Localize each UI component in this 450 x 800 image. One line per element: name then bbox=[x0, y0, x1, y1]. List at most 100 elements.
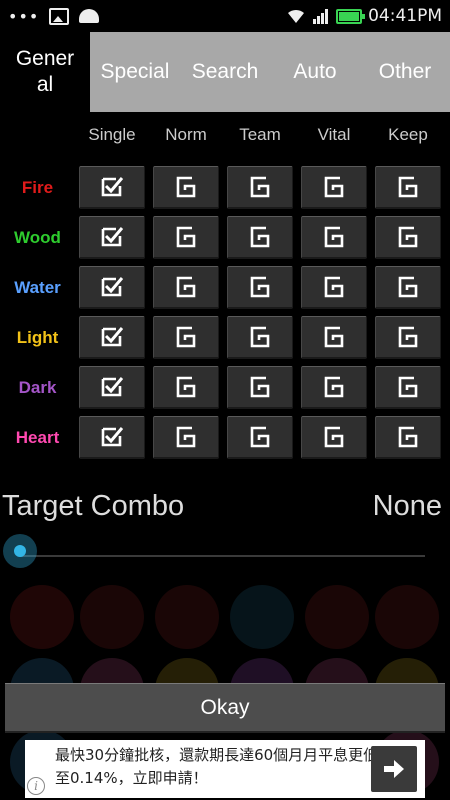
unchecked-box-icon bbox=[250, 326, 270, 348]
unchecked-box-icon bbox=[324, 326, 344, 348]
checkbox-heart-single[interactable] bbox=[79, 416, 145, 459]
checkbox-fire-keep[interactable] bbox=[375, 166, 441, 209]
unchecked-box-icon bbox=[398, 176, 418, 198]
signal-icon bbox=[313, 9, 329, 24]
checked-box-icon bbox=[101, 427, 124, 447]
checkbox-fire-vital[interactable] bbox=[301, 166, 367, 209]
checked-box-icon bbox=[101, 327, 124, 347]
grid-row-light: Light bbox=[0, 316, 450, 360]
checkbox-heart-norm[interactable] bbox=[153, 416, 219, 459]
row-label-dark: Dark bbox=[18, 378, 57, 397]
checkbox-wood-keep[interactable] bbox=[375, 216, 441, 259]
column-header-keep: Keep bbox=[388, 125, 428, 144]
target-combo-label: Target Combo bbox=[2, 490, 185, 522]
checkbox-heart-vital[interactable] bbox=[301, 416, 367, 459]
unchecked-box-icon bbox=[250, 376, 270, 398]
info-icon[interactable]: i bbox=[27, 777, 45, 795]
target-combo-value: None bbox=[372, 490, 442, 522]
checkbox-wood-vital[interactable] bbox=[301, 216, 367, 259]
column-header-team: Team bbox=[239, 125, 281, 144]
unchecked-box-icon bbox=[398, 426, 418, 448]
checkbox-water-keep[interactable] bbox=[375, 266, 441, 309]
wifi-icon bbox=[288, 9, 305, 23]
checkbox-water-vital[interactable] bbox=[301, 266, 367, 309]
unchecked-box-icon bbox=[250, 426, 270, 448]
unchecked-box-icon bbox=[250, 176, 270, 198]
unchecked-box-icon bbox=[324, 426, 344, 448]
checkbox-dark-single[interactable] bbox=[79, 366, 145, 409]
target-combo-slider-track[interactable] bbox=[20, 555, 425, 557]
battery-icon bbox=[336, 8, 366, 24]
tab-bar: General Special Search Auto Other bbox=[0, 32, 450, 112]
grid-row-wood: Wood bbox=[0, 216, 450, 260]
checked-box-icon bbox=[101, 177, 124, 197]
unchecked-box-icon bbox=[176, 326, 196, 348]
checkbox-wood-norm[interactable] bbox=[153, 216, 219, 259]
checkbox-heart-keep[interactable] bbox=[375, 416, 441, 459]
tab-other[interactable]: Other bbox=[360, 32, 450, 112]
status-bar: ••• 04:41PM bbox=[0, 0, 450, 32]
checkbox-light-norm[interactable] bbox=[153, 316, 219, 359]
tab-auto[interactable]: Auto bbox=[270, 32, 360, 112]
checked-box-icon bbox=[101, 227, 124, 247]
column-header-single: Single bbox=[88, 125, 136, 144]
row-label-heart: Heart bbox=[15, 428, 60, 447]
row-label-fire: Fire bbox=[21, 178, 54, 197]
unchecked-box-icon bbox=[324, 226, 344, 248]
android-icon bbox=[79, 9, 100, 23]
unchecked-box-icon bbox=[398, 326, 418, 348]
ad-text: 最快30分鐘批核，還款期長達60個月月平息更低至0.14%，立即申請！ bbox=[55, 746, 379, 787]
grid-row-dark: Dark bbox=[0, 366, 450, 410]
unchecked-box-icon bbox=[176, 376, 196, 398]
grid-row-heart: Heart bbox=[0, 416, 450, 460]
status-time: 04:41PM bbox=[368, 6, 442, 26]
unchecked-box-icon bbox=[250, 226, 270, 248]
checked-box-icon bbox=[101, 377, 124, 397]
checkbox-fire-single[interactable] bbox=[79, 166, 145, 209]
column-headers: Single Norm Team Vital Keep bbox=[75, 125, 445, 145]
checkbox-water-team[interactable] bbox=[227, 266, 293, 309]
unchecked-box-icon bbox=[176, 176, 196, 198]
checkbox-fire-norm[interactable] bbox=[153, 166, 219, 209]
tab-general[interactable]: General bbox=[0, 32, 90, 112]
okay-button[interactable]: Okay bbox=[5, 683, 445, 733]
unchecked-box-icon bbox=[398, 276, 418, 298]
ad-banner[interactable]: 最快30分鐘批核，還款期長達60個月月平息更低至0.14%，立即申請！ bbox=[25, 740, 425, 798]
checkbox-light-keep[interactable] bbox=[375, 316, 441, 359]
unchecked-box-icon bbox=[176, 426, 196, 448]
checkbox-fire-team[interactable] bbox=[227, 166, 293, 209]
arrow-right-icon bbox=[384, 760, 404, 778]
column-header-norm: Norm bbox=[165, 125, 207, 144]
row-label-wood: Wood bbox=[14, 228, 61, 247]
checkbox-dark-vital[interactable] bbox=[301, 366, 367, 409]
checkbox-dark-team[interactable] bbox=[227, 366, 293, 409]
checkbox-heart-team[interactable] bbox=[227, 416, 293, 459]
unchecked-box-icon bbox=[324, 276, 344, 298]
row-label-water: Water bbox=[14, 278, 61, 297]
unchecked-box-icon bbox=[176, 276, 196, 298]
unchecked-box-icon bbox=[176, 226, 196, 248]
unchecked-box-icon bbox=[324, 176, 344, 198]
checkbox-dark-keep[interactable] bbox=[375, 366, 441, 409]
checkbox-light-single[interactable] bbox=[79, 316, 145, 359]
checkbox-light-team[interactable] bbox=[227, 316, 293, 359]
unchecked-box-icon bbox=[324, 376, 344, 398]
checkbox-light-vital[interactable] bbox=[301, 316, 367, 359]
target-combo-slider-thumb[interactable] bbox=[3, 534, 37, 568]
tab-search[interactable]: Search bbox=[180, 32, 270, 112]
tab-special[interactable]: Special bbox=[90, 32, 180, 112]
checkbox-wood-single[interactable] bbox=[79, 216, 145, 259]
checkbox-water-norm[interactable] bbox=[153, 266, 219, 309]
image-icon bbox=[49, 7, 70, 25]
grid-row-fire: Fire bbox=[0, 166, 450, 210]
grid-row-water: Water bbox=[0, 266, 450, 310]
checkbox-dark-norm[interactable] bbox=[153, 366, 219, 409]
checkbox-wood-team[interactable] bbox=[227, 216, 293, 259]
ad-arrow-button[interactable] bbox=[371, 746, 417, 792]
checkbox-water-single[interactable] bbox=[79, 266, 145, 309]
overflow-dots-icon: ••• bbox=[8, 6, 40, 26]
unchecked-box-icon bbox=[398, 226, 418, 248]
unchecked-box-icon bbox=[398, 376, 418, 398]
checked-box-icon bbox=[101, 277, 124, 297]
unchecked-box-icon bbox=[250, 276, 270, 298]
